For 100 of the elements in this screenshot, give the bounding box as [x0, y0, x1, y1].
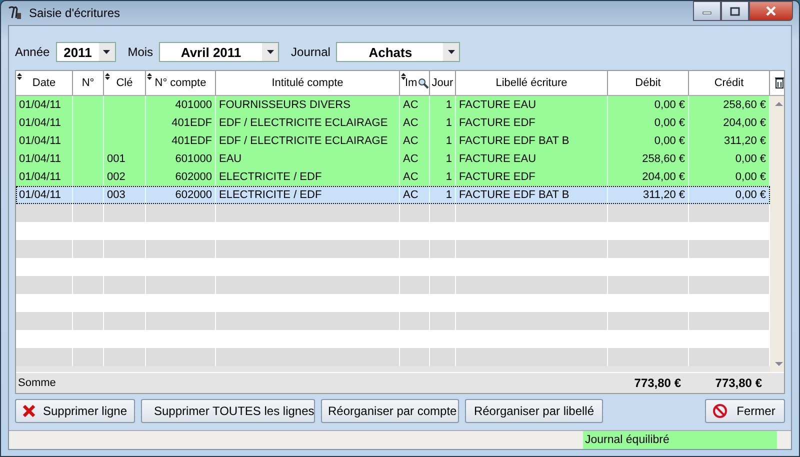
column-header[interactable]: Libellé écriture	[456, 71, 608, 95]
table-cell: 1	[446, 153, 452, 165]
table-cell: 0,00 €	[654, 99, 685, 111]
close-button[interactable]	[749, 1, 793, 21]
column-header[interactable]: Clé	[104, 71, 146, 95]
column-header[interactable]: Intitulé compte	[216, 71, 400, 95]
table-cell: 401000	[175, 99, 212, 111]
table-cell: FACTURE EDF BAT B	[459, 135, 570, 147]
action-button[interactable]: Réorganiser par libellé	[465, 399, 603, 423]
vertical-scrollbar[interactable]	[770, 96, 784, 372]
filter-label: Année	[15, 45, 50, 59]
caret-icon	[448, 50, 455, 54]
table-cell: 602000	[175, 189, 212, 201]
table-cell: 1	[446, 117, 452, 129]
action-button[interactable]: Supprimer TOUTES les lignes	[141, 399, 315, 423]
filter-label: Journal	[291, 45, 330, 59]
dropdown[interactable]: Avril 2011	[159, 42, 280, 62]
table-cell: 01/04/11	[19, 171, 62, 183]
table-row[interactable]: 01/04/11 401000 FOURNISSEURS DIVERS AC 1 FACTURE EAU 0,00 € 258,60 €	[16, 96, 770, 114]
minimize-button[interactable]	[693, 1, 721, 21]
table-row[interactable]: 01/04/11 003 602000 ELECTRICITE / EDF AC 1 FACTURE EDF BAT B 311,20 € 0,00 €	[16, 186, 770, 204]
table-cell: 0,00 €	[654, 135, 685, 147]
action-button[interactable]: Supprimer ligne	[15, 399, 135, 423]
table-cell: EDF / ELECTRICITE ECLAIRAGE	[219, 117, 388, 129]
table-cell: 602000	[175, 171, 212, 183]
dropdown[interactable]: Achats	[336, 42, 460, 62]
table-cell: FACTURE EAU	[459, 99, 536, 111]
table-cell: AC	[403, 189, 418, 201]
column-header[interactable]: Crédit	[689, 71, 770, 95]
table-cell: 311,20 €	[724, 135, 766, 147]
table-row[interactable]: 01/04/11 002 602000 ELECTRICITE / EDF AC 1 FACTURE EDF 204,00 € 0,00 €	[16, 168, 770, 186]
table-cell: FACTURE EDF BAT B	[459, 189, 570, 201]
table-cell: FACTURE EDF	[459, 171, 536, 183]
credit-total: 773,80 €	[714, 376, 763, 390]
table-cell: 003	[107, 189, 126, 201]
caret-icon	[103, 50, 110, 54]
sort-icon	[147, 73, 152, 80]
table-row[interactable]: 01/04/11 401EDF EDF / ELECTRICITE ECLAIRAGE AC 1 FACTURE EDF 0,00 € 204,00 €	[16, 114, 770, 132]
table-cell: 002	[107, 171, 126, 183]
debit-total: 773,80 €	[633, 376, 682, 390]
sort-icon	[17, 73, 22, 80]
table-cell: 258,60 €	[642, 153, 685, 165]
table-cell: 01/04/11	[19, 189, 62, 201]
action-button[interactable]: Réorganiser par compte	[321, 399, 459, 423]
table-cell: 0,00 €	[735, 189, 766, 201]
table-cell: 01/04/11	[19, 117, 62, 129]
column-header[interactable]: Date	[16, 71, 73, 95]
filter-label: Mois	[128, 45, 154, 59]
action-button[interactable]: Fermer	[705, 399, 785, 423]
delete-column-icon[interactable]	[774, 77, 784, 89]
table-cell: 0,00 €	[654, 117, 685, 129]
table-cell: 01/04/11	[19, 99, 62, 111]
table-cell: ELECTRICITE / EDF	[219, 171, 322, 183]
maximize-icon	[730, 6, 740, 16]
table-cell: 1	[446, 135, 452, 147]
table-cell: EDF / ELECTRICITE ECLAIRAGE	[219, 135, 388, 147]
table-cell: 204,00 €	[723, 117, 766, 129]
table-cell: 1	[446, 99, 452, 111]
table-cell: 204,00 €	[642, 171, 685, 183]
dropdown[interactable]: 2011	[56, 42, 116, 62]
table-cell: 311,20 €	[642, 189, 685, 201]
sort-icon	[105, 73, 110, 80]
table-cell: AC	[403, 153, 418, 165]
sort-icon	[401, 73, 406, 80]
table-cell: 401EDF	[172, 117, 212, 129]
caret-icon	[266, 50, 274, 54]
table-cell: AC	[403, 171, 418, 183]
app-icon	[7, 5, 23, 21]
table-row[interactable]: 01/04/11 401EDF EDF / ELECTRICITE ECLAIRAGE AC 1 FACTURE EDF BAT B 0,00 € 311,20 €	[16, 132, 770, 150]
table-cell: ELECTRICITE / EDF	[219, 189, 322, 201]
table-cell: 001	[107, 153, 126, 165]
column-header[interactable]: Jour	[430, 71, 456, 95]
table-cell: FACTURE EDF	[459, 117, 536, 129]
table-cell: 1	[446, 171, 452, 183]
window-title: Saisie d'écritures	[29, 6, 120, 20]
table-cell: 601000	[175, 153, 212, 165]
column-header[interactable]: N°	[73, 71, 104, 95]
no-entry-icon	[712, 403, 728, 419]
table-cell: 401EDF	[172, 135, 212, 147]
search-icon	[418, 78, 429, 88]
table-cell: FOURNISSEURS DIVERS	[219, 99, 350, 111]
maximize-button[interactable]	[721, 1, 749, 21]
table-cell: AC	[403, 117, 418, 129]
table-cell: AC	[403, 99, 418, 111]
table-cell: 0,00 €	[735, 171, 766, 183]
table-cell: 0,00 €	[735, 153, 766, 165]
delete-icon	[22, 404, 36, 418]
total-label: Somme	[17, 377, 57, 389]
table-cell: 258,60 €	[723, 99, 766, 111]
table-cell: 01/04/11	[19, 153, 62, 165]
table-cell: 1	[446, 189, 452, 201]
table-row[interactable]: 01/04/11 001 601000 EAU AC 1 FACTURE EAU 258,60 € 0,00 €	[16, 150, 770, 168]
table-cell: 01/04/11	[19, 135, 62, 147]
table-cell: EAU	[219, 153, 242, 165]
table-cell: FACTURE EAU	[459, 153, 536, 165]
close-icon	[765, 6, 777, 16]
column-header[interactable]: N° compte	[146, 71, 216, 95]
status-panel: Journal équilibré	[583, 431, 777, 449]
column-header[interactable]: Im	[400, 71, 430, 95]
column-header[interactable]: Débit	[608, 71, 689, 95]
